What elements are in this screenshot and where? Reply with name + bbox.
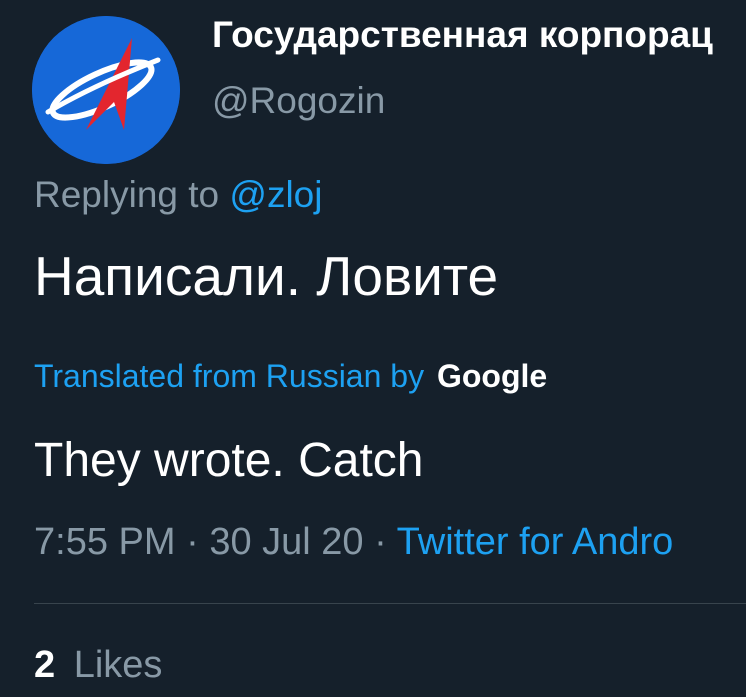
author-display-name[interactable]: Государственная корпорац: [212, 14, 713, 56]
replying-to-label: Replying to: [34, 174, 220, 215]
tweet-time: 7:55 PM: [34, 521, 176, 563]
tweet-meta: 7:55 PM · 30 Jul 20 · Twitter for Andro: [34, 521, 673, 564]
tweet-text: Написали. Ловите: [34, 245, 499, 307]
tweet-date: 30 Jul 20: [209, 521, 364, 563]
meta-separator: ·: [374, 521, 387, 563]
likes-stat[interactable]: 2 Likes: [34, 644, 162, 687]
google-logo-text: Google: [436, 358, 548, 394]
likes-count: 2: [34, 644, 56, 686]
divider: [34, 603, 746, 604]
tweet-source-link[interactable]: Twitter for Andro: [397, 521, 674, 563]
roscosmos-logo-icon: [32, 16, 180, 164]
translation-label: Translated from Russian by: [34, 358, 425, 394]
meta-separator: ·: [186, 521, 199, 563]
translated-tweet-text: They wrote. Catch: [34, 434, 424, 487]
likes-label: Likes: [73, 644, 163, 686]
translation-attribution[interactable]: Translated from Russian by Google: [34, 358, 547, 395]
author-handle[interactable]: @Rogozin: [212, 80, 385, 122]
reply-mention-link[interactable]: @zloj: [229, 174, 322, 215]
author-avatar[interactable]: [32, 16, 180, 164]
replying-to: Replying to @zloj: [34, 174, 322, 216]
